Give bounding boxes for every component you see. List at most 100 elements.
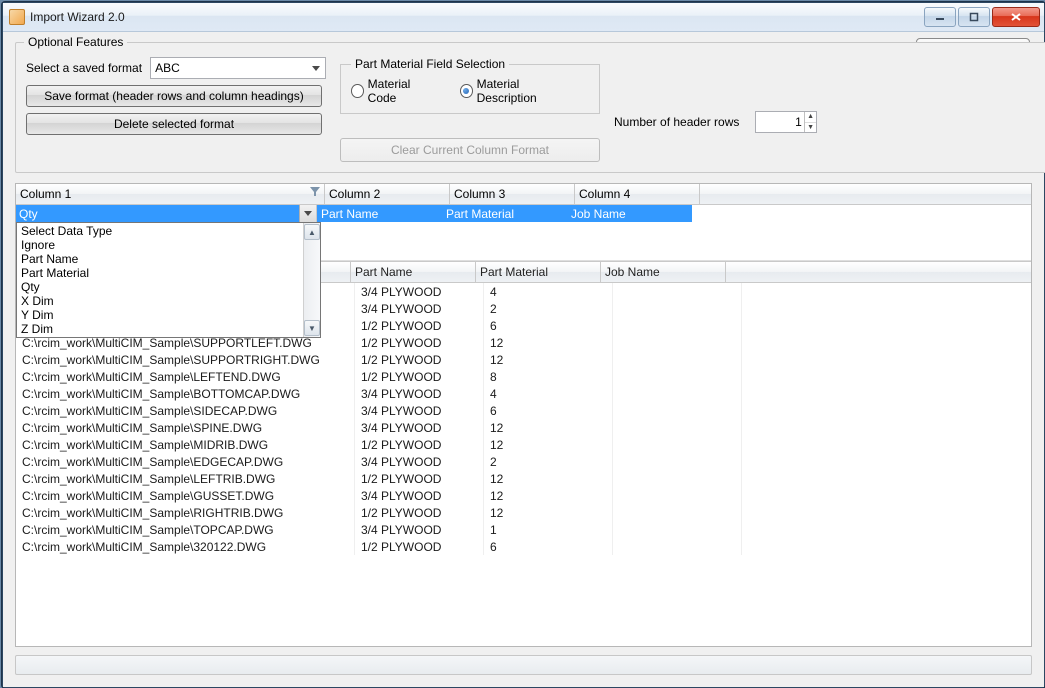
mapping-cell-1-input[interactable] (16, 205, 299, 222)
save-format-label: Save format (header rows and column head… (44, 89, 303, 103)
material-code-radio[interactable]: Material Code (351, 77, 434, 105)
table-cell (613, 385, 742, 402)
mapping-cell-3[interactable]: Part Material (442, 205, 567, 222)
column-2-header-label: Column 2 (329, 187, 380, 201)
mapping-cell-4[interactable]: Job Name (567, 205, 692, 222)
table-cell: C:\rcim_work\MultiCIM_Sample\SPINE.DWG (16, 419, 355, 436)
column-1-header[interactable]: Column 1 (16, 184, 325, 204)
data-header-2-label: Part Name (355, 265, 412, 279)
table-cell: 12 (484, 334, 613, 351)
table-cell: 3/4 PLYWOOD (355, 300, 484, 317)
material-description-radio[interactable]: Material Description (460, 77, 571, 105)
dropdown-item[interactable]: Part Name (17, 252, 303, 266)
table-row[interactable]: C:\rcim_work\MultiCIM_Sample\BOTTOMCAP.D… (16, 385, 1031, 402)
mapping-cell-1-dropdown-button[interactable] (299, 205, 316, 222)
table-cell: C:\rcim_work\MultiCIM_Sample\LEFTEND.DWG (16, 368, 355, 385)
column-4-header[interactable]: Column 4 (575, 184, 700, 204)
mapping-spacer (692, 205, 1031, 222)
app-icon (9, 9, 25, 25)
table-row[interactable]: C:\rcim_work\MultiCIM_Sample\320122.DWG1… (16, 538, 1031, 555)
maximize-button[interactable] (958, 7, 990, 27)
select-format-label: Select a saved format (26, 61, 142, 75)
table-cell: C:\rcim_work\MultiCIM_Sample\TOPCAP.DWG (16, 521, 355, 538)
material-field-group: Part Material Field Selection Material C… (340, 57, 600, 114)
dropdown-item[interactable]: Y Dim (17, 308, 303, 322)
minimize-icon (935, 12, 945, 22)
clear-column-format-button[interactable]: Clear Current Column Format (340, 138, 600, 162)
dropdown-item[interactable]: Select Data Type (17, 224, 303, 238)
table-cell: 1 (484, 521, 613, 538)
table-row[interactable]: C:\rcim_work\MultiCIM_Sample\LEFTRIB.DWG… (16, 470, 1031, 487)
table-cell: 12 (484, 487, 613, 504)
spinner-down-button[interactable]: ▼ (805, 123, 817, 133)
mapping-cell-2[interactable]: Part Name (317, 205, 442, 222)
titlebar[interactable]: Import Wizard 2.0 (3, 3, 1044, 32)
save-format-button[interactable]: Save format (header rows and column head… (26, 85, 322, 107)
data-header-4-label: Job Name (605, 265, 660, 279)
table-row[interactable]: C:\rcim_work\MultiCIM_Sample\GUSSET.DWG3… (16, 487, 1031, 504)
minimize-button[interactable] (924, 7, 956, 27)
spinner-up-button[interactable]: ▲ (805, 112, 817, 123)
table-cell: C:\rcim_work\MultiCIM_Sample\MIDRIB.DWG (16, 436, 355, 453)
window-title: Import Wizard 2.0 (30, 10, 922, 24)
dropdown-item[interactable]: X Dim (17, 294, 303, 308)
radio-icon (460, 84, 473, 98)
table-row[interactable]: C:\rcim_work\MultiCIM_Sample\SIDECAP.DWG… (16, 402, 1031, 419)
optional-features-group: Optional Features Select a saved format … (15, 42, 1045, 173)
data-header-spacer (726, 262, 1031, 282)
table-cell: C:\rcim_work\MultiCIM_Sample\320122.DWG (16, 538, 355, 555)
table-cell: 1/2 PLYWOOD (355, 351, 484, 368)
table-cell: 1/2 PLYWOOD (355, 470, 484, 487)
table-row[interactable]: C:\rcim_work\MultiCIM_Sample\SUPPORTRIGH… (16, 351, 1031, 368)
delete-format-button[interactable]: Delete selected format (26, 113, 322, 135)
filter-icon[interactable] (310, 187, 320, 197)
mapping-cell-1[interactable] (16, 205, 317, 222)
table-cell (613, 334, 742, 351)
close-icon (1010, 12, 1022, 22)
table-row[interactable]: C:\rcim_work\MultiCIM_Sample\RIGHTRIB.DW… (16, 504, 1031, 521)
combo-dropdown-button[interactable] (308, 60, 323, 76)
table-row[interactable]: C:\rcim_work\MultiCIM_Sample\LEFTEND.DWG… (16, 368, 1031, 385)
table-cell (613, 521, 742, 538)
table-cell: 6 (484, 538, 613, 555)
table-row[interactable]: C:\rcim_work\MultiCIM_Sample\SPINE.DWG3/… (16, 419, 1031, 436)
table-cell (613, 538, 742, 555)
column-1-header-label: Column 1 (20, 187, 71, 201)
column-2-header[interactable]: Column 2 (325, 184, 450, 204)
table-cell: 1/2 PLYWOOD (355, 317, 484, 334)
table-cell: C:\rcim_work\MultiCIM_Sample\EDGECAP.DWG (16, 453, 355, 470)
table-cell: 4 (484, 385, 613, 402)
scroll-up-button[interactable]: ▲ (304, 224, 320, 240)
column-spacer (700, 184, 1031, 204)
table-cell: 3/4 PLYWOOD (355, 402, 484, 419)
table-row[interactable]: C:\rcim_work\MultiCIM_Sample\TOPCAP.DWG3… (16, 521, 1031, 538)
mapping-row: Part Name Part Material Job Name (16, 205, 1031, 222)
table-cell (613, 368, 742, 385)
data-header-2[interactable]: Part Name (351, 262, 476, 282)
scroll-down-button[interactable]: ▼ (304, 320, 320, 336)
saved-format-combo[interactable]: ABC (150, 57, 326, 79)
table-cell: 3/4 PLYWOOD (355, 453, 484, 470)
data-type-dropdown[interactable]: Select Data TypeIgnorePart NamePart Mate… (16, 222, 321, 338)
table-cell: 3/4 PLYWOOD (355, 385, 484, 402)
data-header-3[interactable]: Part Material (476, 262, 601, 282)
header-rows-input[interactable] (756, 115, 803, 129)
maximize-icon (969, 12, 979, 22)
close-button[interactable] (992, 7, 1040, 27)
table-cell: 1/2 PLYWOOD (355, 504, 484, 521)
table-row[interactable]: C:\rcim_work\MultiCIM_Sample\EDGECAP.DWG… (16, 453, 1031, 470)
table-cell (613, 402, 742, 419)
data-header-4[interactable]: Job Name (601, 262, 726, 282)
table-cell: 6 (484, 317, 613, 334)
table-row[interactable]: C:\rcim_work\MultiCIM_Sample\MIDRIB.DWG1… (16, 436, 1031, 453)
dropdown-item[interactable]: Ignore (17, 238, 303, 252)
table-cell: 6 (484, 402, 613, 419)
dropdown-item[interactable]: Z Dim (17, 322, 303, 336)
dropdown-scrollbar[interactable]: ▲ ▼ (303, 223, 320, 337)
header-rows-spinner[interactable]: ▲ ▼ (755, 111, 817, 133)
mapping-cell-3-value: Part Material (446, 207, 514, 221)
column-3-header[interactable]: Column 3 (450, 184, 575, 204)
dropdown-item[interactable]: Part Material (17, 266, 303, 280)
table-cell (613, 504, 742, 521)
dropdown-item[interactable]: Qty (17, 280, 303, 294)
